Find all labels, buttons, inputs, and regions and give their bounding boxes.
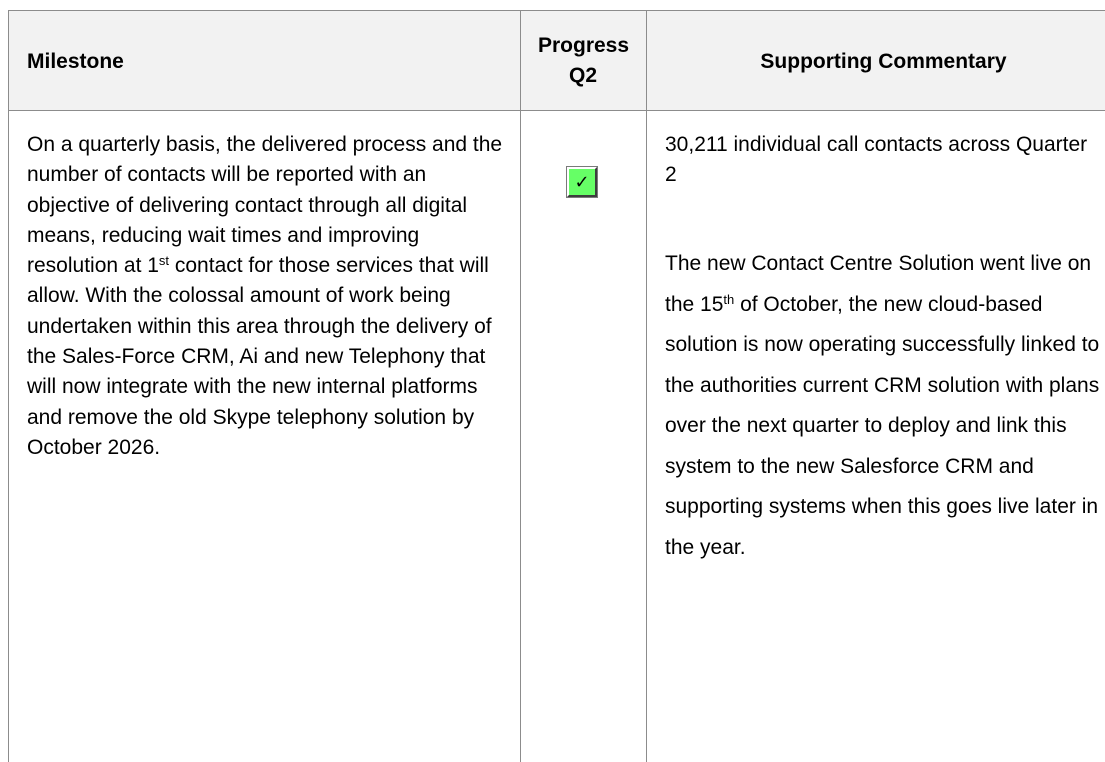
table-left-border — [8, 10, 9, 762]
milestone-superscript: st — [158, 253, 170, 269]
table-top-border — [8, 10, 1105, 11]
commentary-contact-centre: The new Contact Centre Solution went liv… — [665, 244, 1100, 568]
milestone-description: On a quarterly basis, the delivered proc… — [27, 130, 507, 463]
progress-header-label: Progress Q2 — [538, 34, 630, 87]
checkmark-icon: ✓ — [574, 171, 590, 193]
commentary-text-part2: of October, the new cloud-based solution… — [665, 292, 1100, 559]
column-divider-2 — [646, 10, 647, 762]
commentary-header: Supporting Commentary — [760, 50, 1007, 73]
progress-header: Progress Q2 — [520, 31, 646, 91]
milestone-text-part2: contact for those services that will all… — [27, 254, 492, 459]
progress-status-indicator: ✓ — [567, 167, 597, 197]
commentary-superscript: th — [723, 291, 735, 307]
column-divider-1 — [520, 10, 521, 762]
commentary-call-contacts: 30,211 individual call contacts across Q… — [665, 133, 1088, 186]
table-header-divider — [8, 110, 1105, 111]
milestone-header: Milestone — [27, 50, 124, 73]
report-page: Milestone Progress Q2 Supporting Comment… — [0, 0, 1105, 762]
